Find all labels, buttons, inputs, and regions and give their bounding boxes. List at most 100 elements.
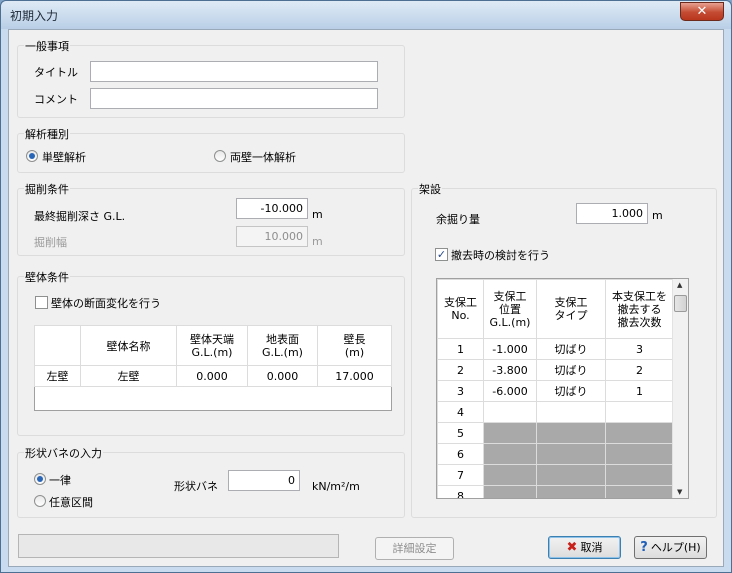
wall-legend: 壁体条件 xyxy=(24,269,70,285)
depth-input[interactable]: -10.000 xyxy=(236,198,308,219)
spring-label: 形状バネ xyxy=(174,480,218,493)
depth-unit: m xyxy=(312,208,323,221)
cancel-label: 取消 xyxy=(580,541,603,554)
status-field xyxy=(18,534,339,558)
comment-input[interactable] xyxy=(90,88,378,109)
ground-level-cell[interactable]: 0.000 xyxy=(247,365,318,387)
spring-legend: 形状バネの入力 xyxy=(24,445,103,461)
support-type-cell xyxy=(536,464,606,486)
support-position-cell xyxy=(483,464,537,486)
general-legend: 一般事項 xyxy=(24,38,70,54)
wall-table: 壁体名称 壁体天端 G.L.(m) 地表面 G.L.(m) 壁長 (m) 左壁 … xyxy=(34,325,392,387)
extra-excavation-unit: m xyxy=(652,209,663,222)
single-wall-radio[interactable] xyxy=(26,150,38,162)
support-type-cell xyxy=(536,422,606,444)
support-type-cell[interactable]: 切ばり xyxy=(536,380,606,402)
help-icon: ? xyxy=(640,540,648,555)
support-removal-cell[interactable]: 3 xyxy=(605,338,674,360)
support-no-cell: 3 xyxy=(437,380,484,402)
single-wall-label[interactable]: 単壁解析 xyxy=(42,149,86,165)
support-removal-cell xyxy=(605,443,674,465)
title-label: タイトル xyxy=(34,66,78,79)
support-position-cell xyxy=(483,485,537,498)
section-change-label[interactable]: 壁体の断面変化を行う xyxy=(51,295,161,311)
support-removal-cell[interactable]: 1 xyxy=(605,380,674,402)
wall-header-cell xyxy=(34,325,81,366)
wall-table-header: 壁体名称 壁体天端 G.L.(m) 地表面 G.L.(m) 壁長 (m) xyxy=(34,325,392,366)
depth-label: 最終掘削深さ G.L. xyxy=(34,210,126,223)
support-no-cell: 8 xyxy=(437,485,484,498)
close-icon: ✕ xyxy=(696,4,708,19)
vertical-scrollbar[interactable]: ▲ ▼ xyxy=(672,279,688,498)
scroll-up-icon[interactable]: ▲ xyxy=(677,281,682,289)
support-header-cell: 支保工 タイプ xyxy=(536,279,606,339)
dialog-body: 一般事項 タイトル コメント 解析種別 単壁解析 両壁一体解析 掘削条件 最終掘… xyxy=(8,29,724,567)
support-position-cell xyxy=(483,443,537,465)
scroll-down-icon[interactable]: ▼ xyxy=(677,488,682,496)
support-removal-cell[interactable]: 2 xyxy=(605,359,674,381)
table-row: 5 xyxy=(437,422,674,444)
support-position-cell[interactable]: -1.000 xyxy=(483,338,537,360)
uniform-radio[interactable] xyxy=(34,473,46,485)
support-no-cell: 7 xyxy=(437,464,484,486)
width-input: 10.000 xyxy=(236,226,308,247)
support-no-cell: 2 xyxy=(437,359,484,381)
wall-header-cell: 地表面 G.L.(m) xyxy=(247,325,318,366)
help-label: ヘルプ(H) xyxy=(650,541,701,554)
support-table: 支保工 No. 支保工 位置 G.L.(m) 支保工 タイプ 本支保工を 撤去す… xyxy=(437,279,674,498)
section-change-checkbox[interactable] xyxy=(35,296,48,309)
double-wall-radio[interactable] xyxy=(214,150,226,162)
support-position-cell[interactable]: -3.800 xyxy=(483,359,537,381)
support-no-cell: 6 xyxy=(437,443,484,465)
title-input[interactable] xyxy=(90,61,378,82)
arbitrary-section-radio[interactable] xyxy=(34,495,46,507)
extra-excavation-input[interactable]: 1.000 xyxy=(576,203,648,224)
support-type-cell xyxy=(536,443,606,465)
support-type-cell xyxy=(536,485,606,498)
table-row: 4 xyxy=(437,401,674,423)
table-row: 7 xyxy=(437,464,674,486)
support-position-cell[interactable] xyxy=(483,401,537,423)
removal-check-label[interactable]: 撤去時の検討を行う xyxy=(451,247,550,263)
support-removal-cell xyxy=(605,422,674,444)
arbitrary-section-label[interactable]: 任意区間 xyxy=(49,494,93,510)
support-type-cell[interactable] xyxy=(536,401,606,423)
support-table-header: 支保工 No. 支保工 位置 G.L.(m) 支保工 タイプ 本支保工を 撤去す… xyxy=(437,279,674,339)
support-type-cell[interactable]: 切ばり xyxy=(536,338,606,360)
table-row: 2 -3.800 切ばり 2 xyxy=(437,359,674,381)
table-row: 1 -1.000 切ばり 3 xyxy=(437,338,674,360)
spring-input[interactable]: 0 xyxy=(228,470,300,491)
support-position-cell[interactable]: -6.000 xyxy=(483,380,537,402)
wall-top-cell[interactable]: 0.000 xyxy=(176,365,248,387)
support-no-cell: 4 xyxy=(437,401,484,423)
excavation-legend: 掘削条件 xyxy=(24,181,70,197)
support-no-cell: 5 xyxy=(437,422,484,444)
help-button[interactable]: ? ヘルプ(H) xyxy=(634,536,707,559)
support-no-cell: 1 xyxy=(437,338,484,360)
wall-name-cell[interactable]: 左壁 xyxy=(80,365,177,387)
cancel-button[interactable]: ✖ 取消 xyxy=(548,536,621,559)
uniform-label[interactable]: 一律 xyxy=(49,472,71,488)
support-type-cell[interactable]: 切ばり xyxy=(536,359,606,381)
wall-header-cell: 壁体名称 xyxy=(80,325,177,366)
support-removal-cell xyxy=(605,485,674,498)
window-title: 初期入力 xyxy=(10,9,59,23)
wall-header-cell: 壁長 (m) xyxy=(317,325,392,366)
removal-check-checkbox[interactable]: ✓ xyxy=(435,248,448,261)
erection-legend: 架設 xyxy=(418,181,442,197)
double-wall-label[interactable]: 両壁一体解析 xyxy=(230,149,296,165)
spring-unit: kN/m²/m xyxy=(312,480,360,493)
width-label: 掘削幅 xyxy=(34,236,67,249)
scrollbar-thumb[interactable] xyxy=(674,295,687,312)
extra-excavation-label: 余掘り量 xyxy=(436,213,480,226)
comment-label: コメント xyxy=(34,93,78,106)
analysis-type-legend: 解析種別 xyxy=(24,126,70,142)
support-position-cell xyxy=(483,422,537,444)
details-button: 詳細設定 xyxy=(375,537,454,560)
support-removal-cell[interactable] xyxy=(605,401,674,423)
wall-length-cell[interactable]: 17.000 xyxy=(317,365,392,387)
support-header-cell: 本支保工を 撤去する 撤去次数 xyxy=(605,279,674,339)
close-button[interactable]: ✕ xyxy=(680,2,724,21)
wall-row-header: 左壁 xyxy=(34,365,81,387)
title-bar: 初期入力 ✕ xyxy=(1,1,731,29)
